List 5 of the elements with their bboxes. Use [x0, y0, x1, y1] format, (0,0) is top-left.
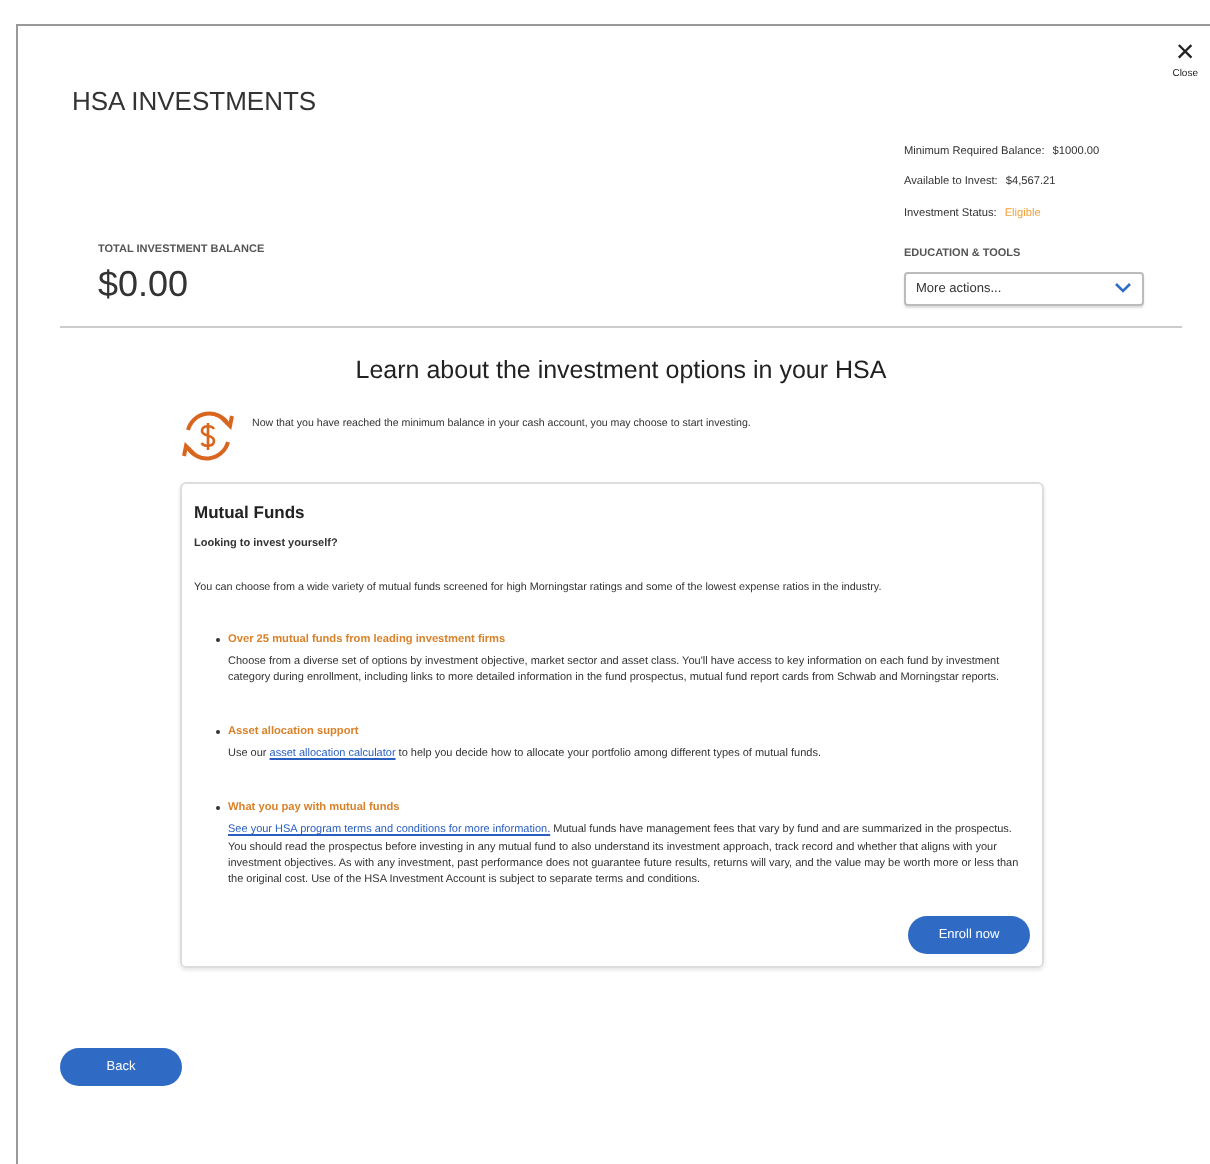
balance-amount: $0.00: [98, 263, 191, 305]
card-title: Mutual Funds: [194, 501, 307, 521]
chevron-icon: [1114, 282, 1132, 294]
page-title: HSA INVESTMENTS: [72, 86, 319, 116]
section-heading: Learn about the investment options in your HSA: [353, 355, 889, 383]
